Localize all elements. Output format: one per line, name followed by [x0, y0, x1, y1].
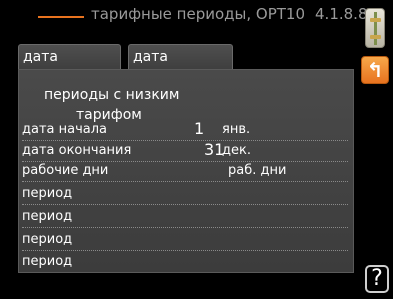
help-icon[interactable]: ? [365, 265, 389, 293]
title-accent-line [38, 16, 84, 18]
row-label: период [22, 254, 73, 269]
back-arrow-icon[interactable]: ↰ [361, 56, 389, 84]
row-label: период [22, 232, 73, 247]
start-day-value[interactable]: 1 [194, 118, 204, 140]
row-end-date[interactable]: дата окончания 31 дек. [22, 140, 348, 162]
device-pipe [374, 12, 377, 45]
tab-label: дата [133, 49, 168, 65]
row-period[interactable]: период [22, 229, 348, 251]
heat-pump-device-icon[interactable] [365, 8, 385, 48]
row-start-date[interactable]: дата начала 1 янв. [22, 119, 348, 141]
row-label: рабочие дни [22, 163, 109, 178]
row-label: дата начала [22, 122, 108, 137]
tab-label: дата [23, 49, 58, 65]
working-days-value[interactable]: раб. дни [228, 160, 286, 182]
start-month-value[interactable]: янв. [222, 119, 250, 141]
row-period[interactable]: период [22, 183, 348, 205]
row-label: дата окончания [22, 143, 132, 158]
row-working-days[interactable]: рабочие дни раб. дни [22, 160, 348, 182]
row-period[interactable]: период [22, 251, 348, 273]
device-knob [370, 35, 381, 39]
tab-date-2[interactable]: дата [128, 44, 233, 70]
end-month-value[interactable]: дек. [222, 140, 251, 162]
page-title: тарифные периоды, OPT10 4.1.8.8 [91, 5, 368, 23]
device-knob [370, 18, 381, 22]
row-label: период [22, 209, 73, 224]
tab-date-1[interactable]: дата [18, 44, 121, 70]
panel-heading-line1: периоды с низким [44, 87, 180, 103]
row-label: период [22, 186, 73, 201]
page-title-text: тарифные периоды, OPT10 [91, 5, 306, 23]
row-period[interactable]: период [22, 206, 348, 228]
menu-number: 4.1.8.8 [315, 5, 368, 23]
